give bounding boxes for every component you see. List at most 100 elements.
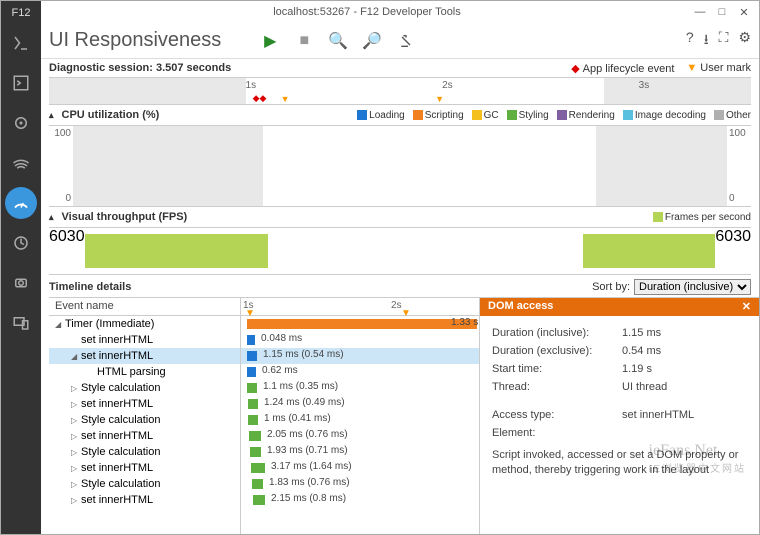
fps-chart[interactable]: 6030 6030 [49, 227, 751, 275]
duration-bar [247, 335, 255, 345]
gantt-row: 1.33 s [241, 316, 479, 332]
gantt-row: 1.93 ms (0.71 ms) [241, 444, 479, 460]
collapse-cpu-button[interactable]: ▴ [49, 110, 54, 121]
console-icon[interactable] [5, 67, 37, 99]
minimize-button[interactable]: — [693, 6, 707, 19]
diagnostic-label: Diagnostic session: 3.507 seconds [49, 62, 231, 74]
event-row[interactable]: ▷set innerHTML [49, 492, 240, 508]
sort-label: Sort by: [592, 281, 630, 293]
start-profiling-button[interactable]: ▶ [261, 32, 279, 50]
cpu-panel-header: ▴ CPU utilization (%) LoadingScriptingGC… [41, 105, 759, 125]
memory-icon[interactable] [5, 267, 37, 299]
zoom-out-button[interactable]: 🔎 [363, 32, 381, 50]
dom-explorer-icon[interactable] [5, 27, 37, 59]
duration-bar [251, 463, 265, 473]
duration-label: 0.048 ms [261, 333, 302, 344]
emulation-icon[interactable] [5, 307, 37, 339]
fps-y30-r: 30 [733, 228, 751, 245]
event-row[interactable]: ◢set innerHTML [49, 348, 240, 364]
detail-row: Thread:UI thread [492, 378, 747, 396]
cpu-legend-item: Other [714, 110, 751, 121]
performance-icon[interactable] [5, 187, 37, 219]
timeline-header: Timeline details Sort by: Duration (incl… [41, 275, 759, 297]
duration-bar [250, 447, 261, 457]
help-button[interactable]: ? [686, 29, 694, 53]
import-button[interactable]: ⭳ [704, 29, 709, 53]
event-row[interactable]: ▷set innerHTML [49, 460, 240, 476]
user-mark-marker: ▼ [281, 94, 290, 104]
page-title: UI Responsiveness [49, 29, 221, 52]
fps-panel-header: ▴ Visual throughput (FPS) Frames per sec… [41, 207, 759, 227]
detail-row: Access type:set innerHTML [492, 406, 747, 424]
zoom-in-button[interactable]: 🔍 [329, 32, 347, 50]
cpu-ymin-r: 0 [729, 193, 749, 204]
event-row[interactable]: ▷Style calculation [49, 476, 240, 492]
cpu-legend-item: Loading [357, 110, 405, 121]
cpu-title: CPU utilization (%) [62, 109, 160, 121]
legend-user-mark: User mark [686, 62, 751, 75]
detail-row: Duration (exclusive):0.54 ms [492, 342, 747, 360]
gantt-row: 2.05 ms (0.76 ms) [241, 428, 479, 444]
details-title: DOM access [488, 300, 553, 314]
close-button[interactable]: ✕ [737, 6, 751, 19]
duration-label: 1 ms (0.41 ms) [264, 413, 331, 424]
event-row[interactable]: HTML parsing [49, 364, 240, 380]
maximize-button[interactable]: □ [715, 6, 729, 19]
expand-button[interactable]: ⛶ [719, 29, 729, 53]
diagnostic-row: Diagnostic session: 3.507 seconds App li… [41, 59, 759, 77]
event-name-header: Event name [49, 298, 240, 316]
gantt-row: 0.62 ms [241, 364, 479, 380]
gantt-row: 1.1 ms (0.35 ms) [241, 380, 479, 396]
timeline-title: Timeline details [49, 281, 131, 293]
settings-button[interactable]: ⚙ [738, 29, 751, 53]
app-lifecycle-marker: ◆◆ [253, 93, 267, 104]
fps-title: Visual throughput (FPS) [62, 211, 188, 223]
profiler-icon[interactable] [5, 227, 37, 259]
duration-label: 1.1 ms (0.35 ms) [263, 381, 338, 392]
gantt-row: 1.24 ms (0.49 ms) [241, 396, 479, 412]
network-icon[interactable] [5, 147, 37, 179]
ruler-tick: 3s [639, 80, 650, 91]
event-row[interactable]: ▷Style calculation [49, 380, 240, 396]
event-tree: Event name ◢Timer (Immediate)set innerHT… [49, 298, 241, 534]
duration-label: 3.17 ms (1.64 ms) [271, 461, 352, 472]
duration-bar [248, 399, 258, 409]
gantt-row: 2.15 ms (0.8 ms) [241, 492, 479, 508]
duration-bar [249, 431, 261, 441]
timeline-body: Event name ◢Timer (Immediate)set innerHT… [49, 297, 759, 534]
stop-profiling-button[interactable]: ■ [295, 32, 313, 50]
detail-row: Duration (inclusive):1.15 ms [492, 324, 747, 342]
page-header: UI Responsiveness ▶ ■ 🔍 🔎 ? ⭳ ⛶ ⚙ [41, 23, 759, 59]
event-row[interactable]: set innerHTML [49, 332, 240, 348]
fps-y60: 60 [49, 228, 67, 245]
cpu-legend-item: Image decoding [623, 110, 706, 121]
clear-button[interactable] [397, 32, 415, 50]
cpu-ymax-r: 100 [729, 128, 749, 139]
cpu-chart[interactable]: 1000 1000 [49, 125, 751, 207]
event-row[interactable]: ◢Timer (Immediate) [49, 316, 240, 332]
details-close-icon[interactable]: ✕ [742, 300, 751, 314]
duration-label: 1.83 ms (0.76 ms) [269, 477, 350, 488]
duration-label: 2.05 ms (0.76 ms) [267, 429, 348, 440]
detail-row: Element: [492, 424, 747, 442]
cpu-legend-item: GC [472, 110, 499, 121]
duration-bar [247, 367, 256, 377]
debugger-icon[interactable] [5, 107, 37, 139]
duration-label: 1.93 ms (0.71 ms) [267, 445, 348, 456]
gantt-row: 1.15 ms (0.54 ms) [241, 348, 479, 364]
user-mark-marker: ▼ [435, 94, 444, 104]
event-row[interactable]: ▷set innerHTML [49, 428, 240, 444]
collapse-fps-button[interactable]: ▴ [49, 212, 54, 223]
ruler-tick: 2s [442, 80, 453, 91]
duration-label: 1.15 ms (0.54 ms) [263, 349, 344, 360]
event-row[interactable]: ▷Style calculation [49, 412, 240, 428]
event-row[interactable]: ▷set innerHTML [49, 396, 240, 412]
sort-select[interactable]: Duration (inclusive) [634, 279, 751, 295]
fps-y30: 30 [67, 228, 85, 245]
end-time-label: 1.33 s [451, 317, 478, 328]
devtools-sidebar: F12 [1, 1, 41, 534]
event-row[interactable]: ▷Style calculation [49, 444, 240, 460]
duration-label: 0.62 ms [262, 365, 298, 376]
detail-row: Start time:1.19 s [492, 360, 747, 378]
overview-ruler[interactable]: 1s 2s 3s ◆◆ ▼ ▼ [49, 77, 751, 105]
